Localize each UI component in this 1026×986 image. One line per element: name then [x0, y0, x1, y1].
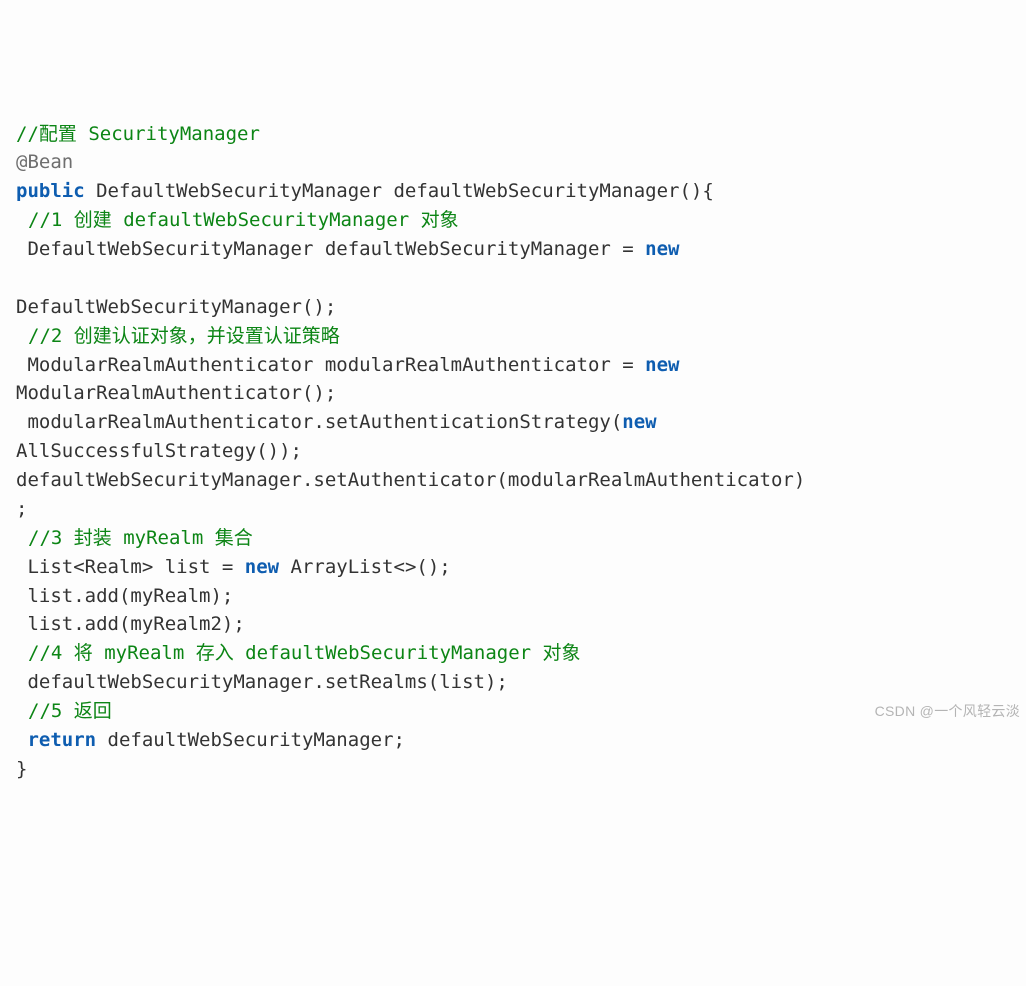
comment-line: //2 创建认证对象，并设置认证策略	[28, 325, 340, 347]
code-text: DefaultWebSecurityManager();	[16, 296, 336, 318]
code-text: defaultWebSecurityManager;	[96, 729, 405, 751]
code-text: defaultWebSecurityManager.setAuthenticat…	[16, 469, 805, 491]
keyword-new: new	[622, 411, 656, 433]
comment-line: //5 返回	[28, 700, 112, 722]
code-text: list.add(myRealm);	[16, 585, 233, 607]
code-text: list.add(myRealm2);	[16, 613, 245, 635]
code-text: ModularRealmAuthenticator modularRealmAu…	[16, 354, 645, 376]
code-text: AllSuccessfulStrategy());	[16, 440, 302, 462]
comment-line: //4 将 myRealm 存入 defaultWebSecurityManag…	[28, 642, 581, 664]
keyword-new: new	[645, 354, 679, 376]
comment-line: //3 封装 myRealm 集合	[28, 527, 253, 549]
code-text: ;	[16, 498, 27, 520]
code-text: List<Realm> list =	[16, 556, 245, 578]
keyword-new: new	[645, 238, 679, 260]
code-block: //配置 SecurityManager @Bean public Defaul…	[0, 120, 1026, 784]
code-text: defaultWebSecurityManager.setRealms(list…	[16, 671, 508, 693]
keyword-public: public	[16, 180, 85, 202]
code-text: DefaultWebSecurityManager defaultWebSecu…	[85, 180, 714, 202]
annotation: @Bean	[16, 151, 73, 173]
code-text: }	[16, 758, 27, 780]
comment-line: //配置 SecurityManager	[16, 123, 260, 145]
comment-line: //1 创建 defaultWebSecurityManager 对象	[28, 209, 459, 231]
watermark-text: CSDN @一个风轻云淡	[875, 701, 1020, 722]
code-text: ModularRealmAuthenticator();	[16, 382, 336, 404]
code-text: ArrayList<>();	[279, 556, 451, 578]
keyword-new: new	[245, 556, 279, 578]
keyword-return: return	[27, 729, 96, 751]
code-text: modularRealmAuthenticator.setAuthenticat…	[16, 411, 622, 433]
code-text: DefaultWebSecurityManager defaultWebSecu…	[16, 238, 645, 260]
